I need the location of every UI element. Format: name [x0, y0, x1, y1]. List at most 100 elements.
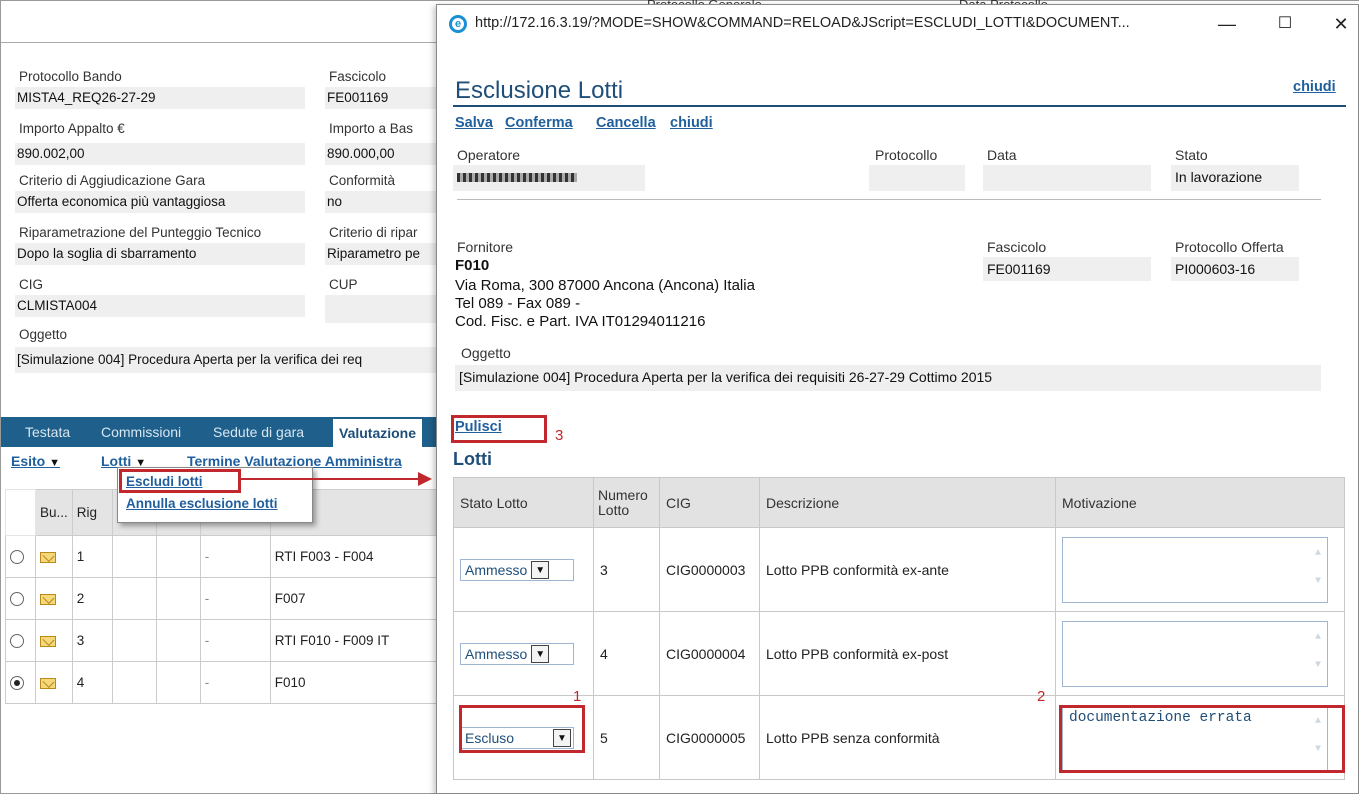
criterio-ripar-label: Criterio di ripar [329, 225, 418, 240]
menu-item-escludi-lotti[interactable]: Escludi lotti [126, 474, 203, 489]
stato-lotto-select[interactable]: Escluso ▼ [460, 726, 574, 749]
numero-lotto-cell: 3 [593, 527, 660, 612]
riparametrazione-value: Dopo la soglia di sbarramento [15, 243, 305, 265]
cancella-button[interactable]: Cancella [596, 115, 656, 131]
grid-radio-cell[interactable] [5, 661, 36, 704]
close-icon[interactable]: ✕ [1321, 11, 1359, 37]
oggetto-value: [Simulazione 004] Procedura Aperta per l… [15, 347, 437, 373]
grid-cell [155, 661, 201, 704]
stato-lotto-value: Ammesso [465, 561, 528, 578]
pulisci-button[interactable]: Pulisci [455, 419, 502, 435]
grid-radio-cell[interactable] [5, 577, 36, 620]
textarea-scrollbar[interactable]: ▲ ▼ [1311, 540, 1325, 600]
grid-fornitore: F010 [269, 661, 446, 704]
conformita-value: no [325, 191, 437, 213]
table-row: Ammesso ▼ 3 CIG0000003 Lotto PPB conformi… [453, 527, 1345, 612]
protocollo-bando-label: Protocollo Bando [19, 69, 122, 84]
grid-cell [155, 535, 201, 578]
criterio-ripar-value: Riparametro pe [325, 243, 437, 265]
grid-envelope-cell[interactable] [35, 577, 73, 620]
grid-cell [155, 577, 201, 620]
conferma-button[interactable]: Conferma [505, 115, 573, 131]
annotation-number-1: 1 [573, 688, 582, 705]
fornitore-code: F010 [455, 257, 490, 274]
grid-envelope-cell[interactable] [35, 619, 73, 662]
stato-lotto-select[interactable]: Ammesso ▼ [460, 558, 574, 581]
annotation-arrow-line [240, 478, 418, 480]
motivazione-textarea[interactable]: ▲ ▼ [1062, 620, 1328, 687]
grid-fornitore: RTI F003 - F004 [269, 535, 446, 578]
col-motivazione: Motivazione [1055, 477, 1345, 528]
chiudi-button[interactable]: chiudi [670, 115, 713, 131]
chevron-down-icon[interactable]: ▼ [531, 560, 550, 579]
stato-lotto-select[interactable]: Ammesso ▼ [460, 642, 574, 665]
fornitore-fascicolo-value: FE001169 [983, 257, 1151, 281]
protocollo-offerta-value: PI000603-16 [1171, 257, 1299, 281]
conformita-label: Conformità [329, 173, 396, 188]
fascicolo-label: Fascicolo [329, 69, 387, 84]
table-row[interactable]: 1 - RTI F003 - F004 [5, 535, 446, 578]
cup-label: CUP [329, 277, 358, 292]
tab-valutazione[interactable]: Valutazione [333, 419, 423, 447]
motivazione-textarea[interactable]: ▲ ▼ [1062, 536, 1328, 603]
fornitore-phone: Tel 089 - Fax 089 - [455, 295, 581, 312]
table-row[interactable]: 3 - RTI F010 - F009 IT [5, 619, 446, 662]
grid-cell [111, 619, 157, 662]
motivazione-text: documentazione errata [1069, 709, 1252, 726]
envelope-icon[interactable] [40, 677, 56, 689]
row-radio[interactable] [10, 550, 24, 565]
esito-menu-link[interactable]: Esito ▼ [11, 453, 60, 469]
table-row[interactable]: 2 - F007 [5, 577, 446, 620]
grid-radio-cell[interactable] [5, 535, 36, 578]
col-numero-lotto-label: Numero Lotto [598, 486, 648, 518]
popup-titlebar: e http://172.16.3.19/?MODE=SHOW&COMMAND=… [437, 5, 1358, 43]
tab-sedute-di-gara[interactable]: Sedute di gara [213, 424, 304, 440]
grid-dash: - [199, 619, 271, 662]
grid-envelope-cell[interactable] [35, 535, 73, 578]
row-radio[interactable] [10, 592, 24, 607]
ie-browser-icon: e [449, 15, 467, 33]
criterio-value: Offerta economica più vantaggiosa [15, 191, 305, 213]
envelope-icon[interactable] [40, 635, 56, 647]
grid-dash: - [199, 577, 271, 620]
col-cig: CIG [659, 477, 760, 528]
grid-cell [111, 535, 157, 578]
grid-envelope-cell[interactable] [35, 661, 73, 704]
grid-radio-cell[interactable] [5, 619, 36, 662]
grid-header-rig: Rig [71, 489, 113, 536]
numero-lotto-cell: 5 [593, 695, 660, 780]
fornitore-oggetto-value: [Simulazione 004] Procedura Aperta per l… [455, 365, 1321, 391]
lotti-context-menu: Escludi lotti Annulla esclusione lotti [117, 467, 313, 523]
protocollo-label: Protocollo [875, 147, 938, 163]
textarea-scrollbar[interactable]: ▲ ▼ [1311, 624, 1325, 684]
row-radio[interactable] [10, 634, 24, 649]
grid-cell [111, 577, 157, 620]
importo-appalto-label: Importo Appalto € [19, 121, 125, 136]
grid-row-number: 2 [71, 577, 113, 620]
row-radio-selected[interactable] [10, 676, 24, 691]
table-row: Escluso ▼ 5 CIG0000005 Lotto PPB senza co… [453, 695, 1345, 780]
menu-item-annulla-esclusione[interactable]: Annulla esclusione lotti [126, 496, 278, 511]
chevron-down-icon[interactable]: ▼ [553, 728, 571, 747]
minimize-icon[interactable]: — [1207, 11, 1247, 37]
tab-testata[interactable]: Testata [25, 424, 70, 440]
col-descrizione: Descrizione [759, 477, 1056, 528]
chevron-down-icon[interactable]: ▼ [531, 644, 550, 663]
envelope-icon[interactable] [40, 551, 56, 563]
grid-dash: - [199, 535, 271, 578]
oggetto-label: Oggetto [19, 327, 68, 342]
table-row[interactable]: 4 - F010 [5, 661, 446, 704]
chiudi-top-link[interactable]: chiudi [1293, 79, 1336, 95]
cig-cell: CIG0000004 [659, 611, 760, 696]
annotation-number-2: 2 [1037, 688, 1046, 705]
maximize-icon[interactable]: ☐ [1265, 11, 1305, 37]
salva-button[interactable]: Salva [455, 115, 493, 131]
stato-label: Stato [1175, 147, 1208, 163]
motivazione-textarea[interactable]: documentazione errata ▲ ▼ [1062, 704, 1328, 771]
arrow-head-icon [418, 472, 432, 486]
textarea-scrollbar[interactable]: ▲ ▼ [1311, 708, 1325, 768]
protocollo-value [869, 165, 965, 191]
col-numero-lotto: Numero Lotto [593, 477, 660, 528]
tab-commissioni[interactable]: Commissioni [101, 424, 181, 440]
envelope-icon[interactable] [40, 593, 56, 605]
